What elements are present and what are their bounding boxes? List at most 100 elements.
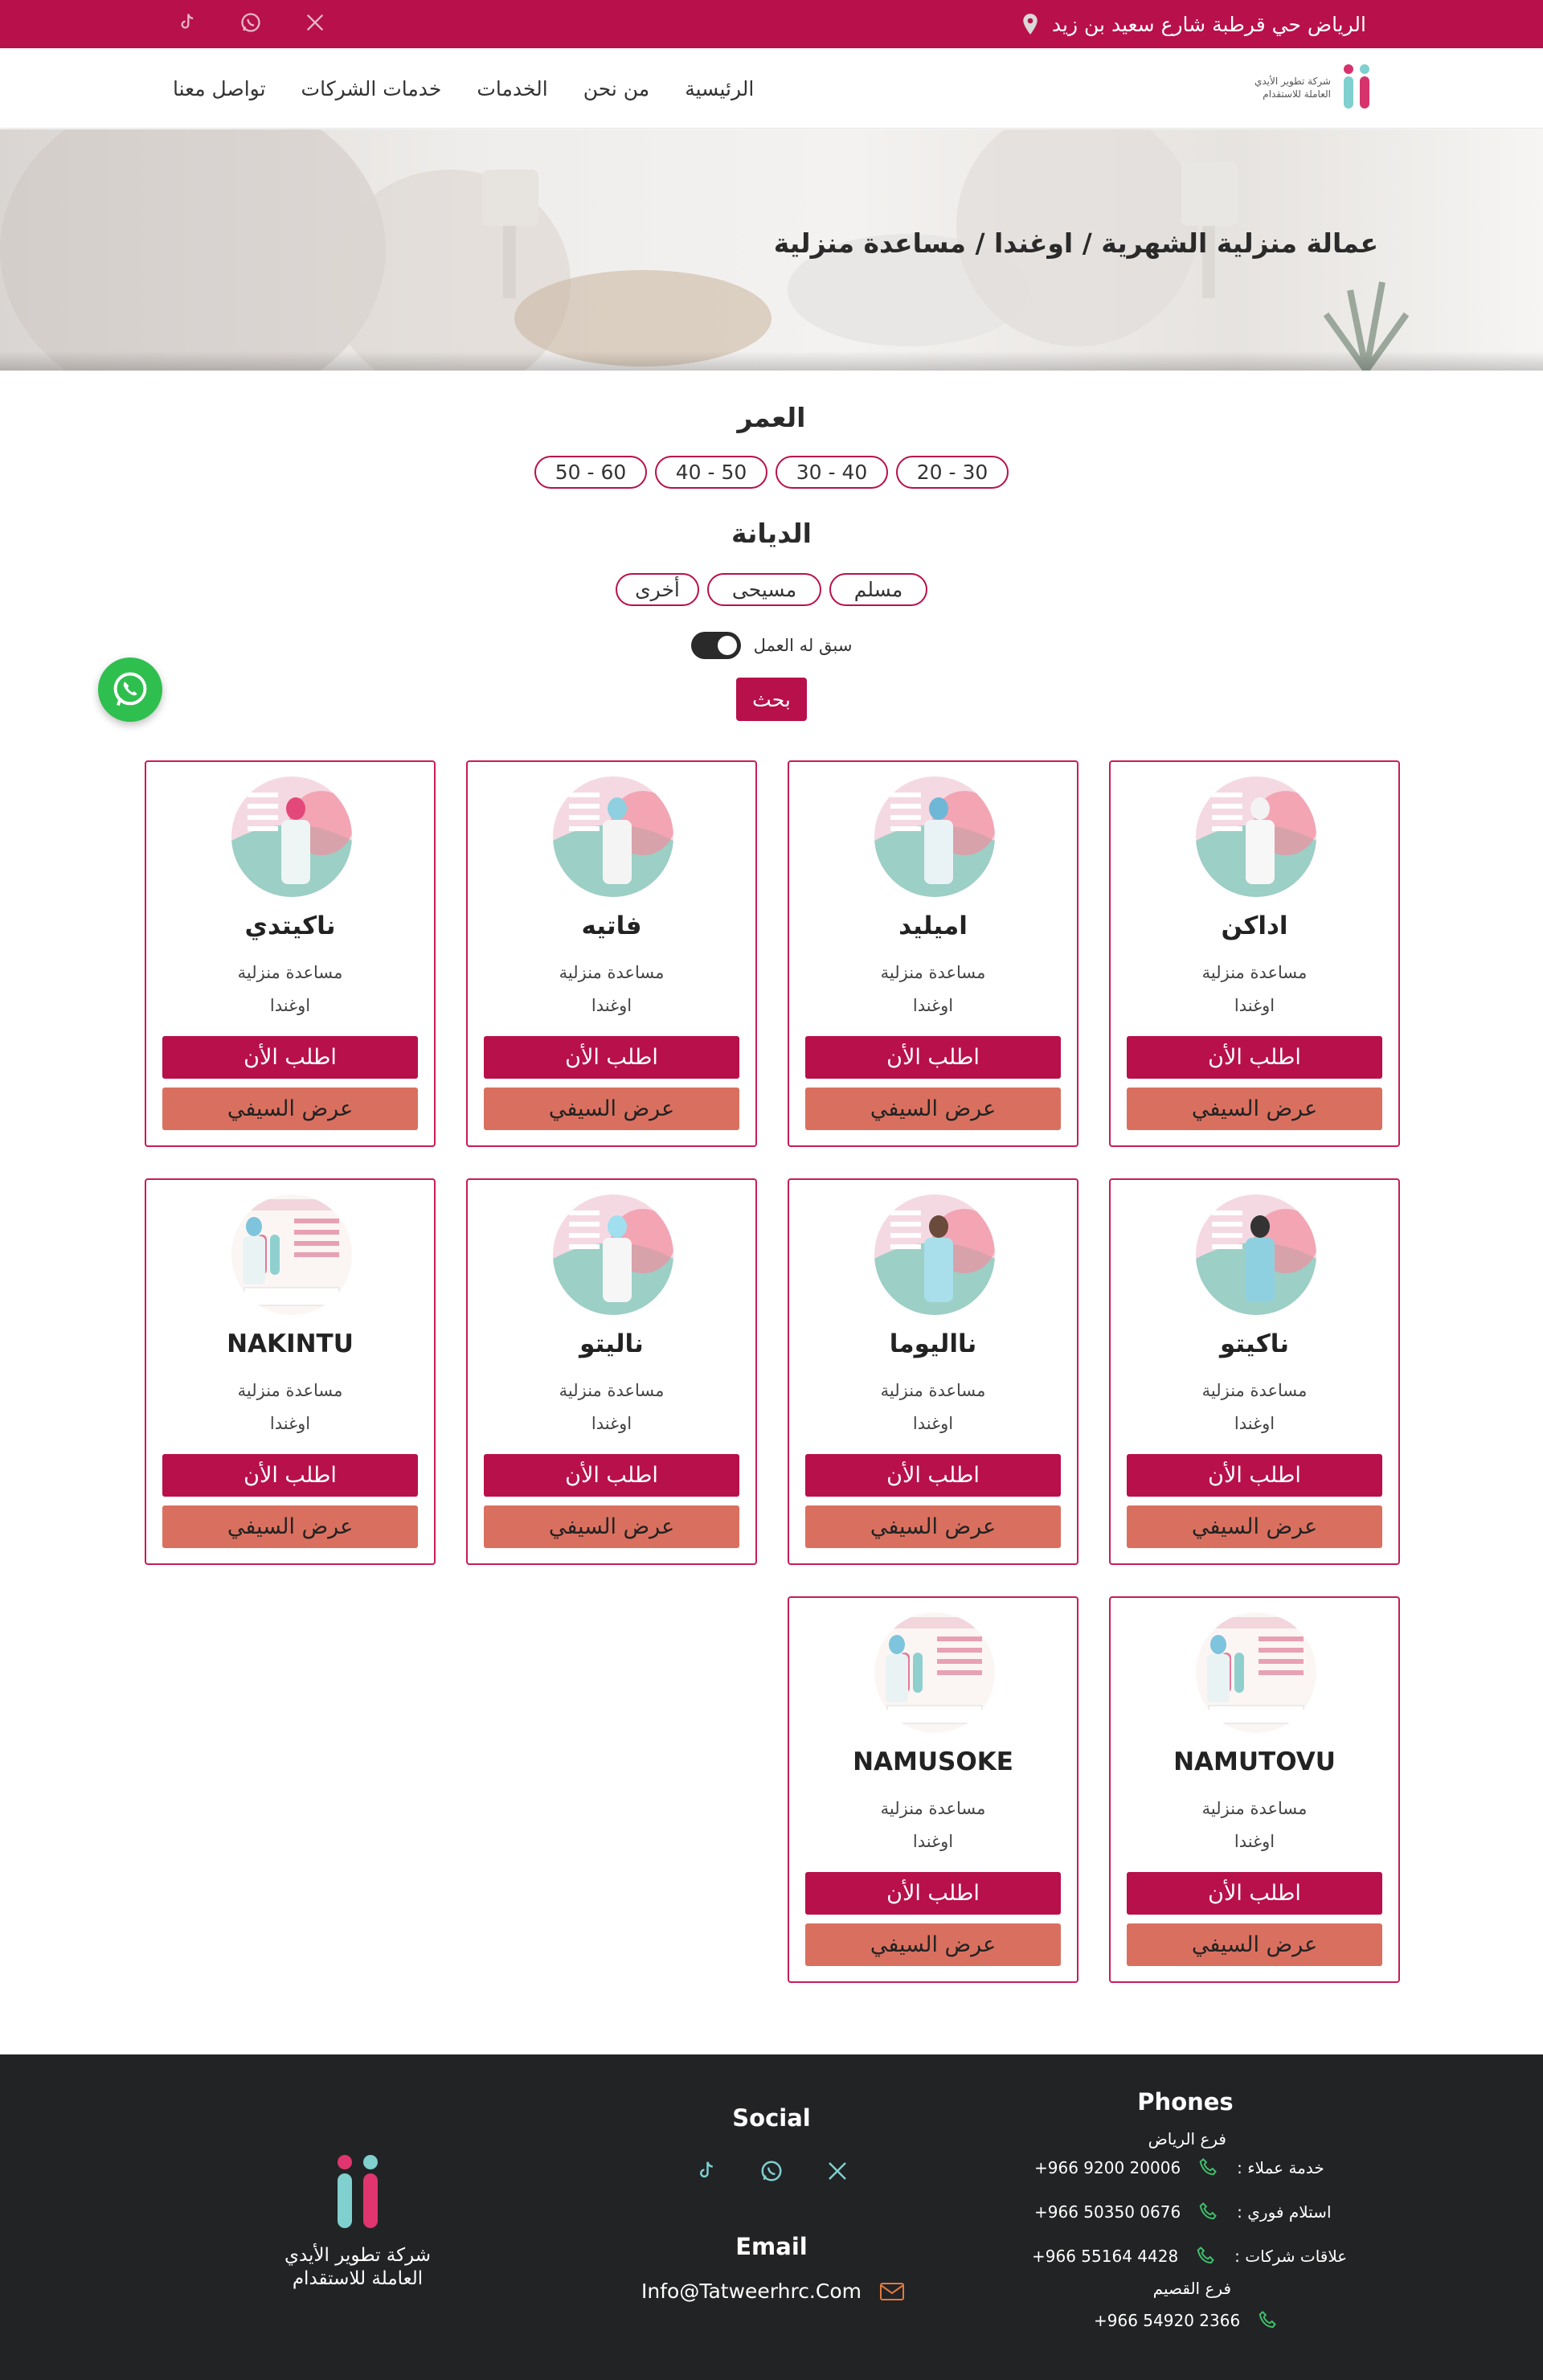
request-now-button[interactable]: اطلب الأن: [1127, 1872, 1382, 1915]
worker-role: مساعدة منزلية: [237, 963, 343, 982]
worker-card: ناكيتدي مساعدة منزلية اوغندا اطلب الأن ع…: [145, 760, 436, 1147]
top-social-links: [175, 0, 326, 48]
whatsapp-icon: [113, 672, 147, 707]
worker-country: اوغندا: [591, 1414, 632, 1433]
customer-service-phone[interactable]: +966 9200 20006: [1034, 2158, 1181, 2177]
request-now-button[interactable]: اطلب الأن: [484, 1036, 739, 1079]
whatsapp-icon[interactable]: [239, 11, 262, 37]
nav-contact[interactable]: تواصل معنا: [173, 77, 266, 100]
age-option-50-60[interactable]: 50 - 60: [534, 456, 647, 489]
nav-company-services[interactable]: خدمات الشركات: [301, 77, 442, 100]
footer-brand-name: شركة تطوير الأيدي العاملة للاستقدام: [273, 2244, 442, 2291]
worker-country: اوغندا: [1234, 1414, 1275, 1433]
worker-name: نااليوما: [889, 1329, 977, 1358]
worker-name: اميليد: [898, 911, 968, 940]
view-cv-button[interactable]: عرض السيفي: [805, 1088, 1061, 1130]
age-filter-title: العمر: [737, 402, 806, 433]
worker-name: NAKINTU: [227, 1329, 354, 1358]
main-nav: شركة تطوير الأيدي العاملة للاستقدام تواص…: [0, 48, 1543, 129]
companies-phone-row[interactable]: +966 55164 4428 علاقات شركات :: [1032, 2244, 1347, 2268]
worker-photo: [231, 1194, 352, 1315]
view-cv-button[interactable]: عرض السيفي: [1127, 1923, 1382, 1966]
receipt-phone-row[interactable]: +966 50350 0676 استلام فوري :: [1034, 2200, 1332, 2224]
footer-phones-title: Phones: [1137, 2088, 1234, 2116]
view-cv-button[interactable]: عرض السيفي: [1127, 1505, 1382, 1548]
footer-brand-line2: العاملة للاستقدام: [292, 2267, 424, 2289]
view-cv-button[interactable]: عرض السيفي: [484, 1505, 739, 1548]
worker-role: مساعدة منزلية: [880, 1381, 986, 1400]
view-cv-button[interactable]: عرض السيفي: [1127, 1088, 1382, 1130]
phone-icon: [1197, 2246, 1214, 2264]
customer-service-phone-row[interactable]: +966 9200 20006 خدمة عملاء :: [1034, 2156, 1324, 2180]
view-cv-button[interactable]: عرض السيفي: [484, 1088, 739, 1130]
worker-photo: [231, 776, 352, 897]
worker-role: مساعدة منزلية: [880, 963, 986, 982]
request-now-button[interactable]: اطلب الأن: [805, 1036, 1061, 1079]
footer-email[interactable]: Info@Tatweerhrc.Com: [641, 2280, 905, 2303]
worker-role: مساعدة منزلية: [559, 1381, 665, 1400]
worker-role: مساعدة منزلية: [559, 963, 665, 982]
worker-photo: [874, 1194, 995, 1315]
tiktok-icon[interactable]: [694, 2159, 718, 2186]
worker-country: اوغندا: [269, 996, 311, 1015]
worker-role: مساعدة منزلية: [1201, 963, 1308, 982]
worker-country: اوغندا: [912, 1832, 954, 1851]
religion-option-muslim[interactable]: مسلم: [829, 573, 927, 606]
companies-phone[interactable]: +966 55164 4428: [1032, 2247, 1178, 2266]
worker-card: اداكن مساعدة منزلية اوغندا اطلب الأن عرض…: [1109, 760, 1400, 1147]
tiktok-icon[interactable]: [175, 11, 198, 37]
religion-option-other[interactable]: أخرى: [616, 573, 699, 606]
footer-logo[interactable]: شركة تطوير الأيدي العاملة للاستقدام: [273, 2153, 442, 2291]
nav-home[interactable]: الرئيسية: [685, 77, 754, 100]
worker-role: مساعدة منزلية: [1201, 1381, 1308, 1400]
qassim-branch-label: فرع القصيم: [1152, 2279, 1231, 2298]
view-cv-button[interactable]: عرض السيفي: [162, 1505, 418, 1548]
worker-role: مساعدة منزلية: [880, 1799, 986, 1818]
receipt-phone[interactable]: +966 50350 0676: [1034, 2202, 1181, 2222]
x-icon[interactable]: [304, 11, 326, 37]
footer-brand-line1: شركة تطوير الأيدي: [284, 2245, 432, 2266]
experience-toggle[interactable]: [690, 632, 741, 659]
request-now-button[interactable]: اطلب الأن: [162, 1036, 418, 1079]
age-filter-options: 50 - 60 40 - 50 30 - 40 20 - 30: [0, 456, 1543, 489]
phone-icon: [1199, 2202, 1217, 2220]
age-option-20-30[interactable]: 20 - 30: [896, 456, 1009, 489]
phone-icon: [1259, 2310, 1276, 2329]
religion-option-christian[interactable]: مسيحى: [707, 573, 821, 606]
worker-name: اداكن: [1221, 911, 1288, 940]
request-now-button[interactable]: اطلب الأن: [484, 1454, 739, 1497]
nav-about[interactable]: من نحن: [583, 77, 650, 100]
worker-photo: [553, 1194, 673, 1315]
logo-mark-icon: [338, 2155, 378, 2228]
x-icon[interactable]: [825, 2159, 849, 2186]
age-option-30-40[interactable]: 30 - 40: [776, 456, 888, 489]
qassim-phone[interactable]: +966 54920 2366: [1094, 2311, 1240, 2330]
email-address[interactable]: Info@Tatweerhrc.Com: [641, 2280, 862, 2303]
qassim-phone-row[interactable]: +966 54920 2366: [1094, 2308, 1290, 2333]
view-cv-button[interactable]: عرض السيفي: [805, 1505, 1061, 1548]
whatsapp-icon[interactable]: [759, 2159, 784, 2186]
request-now-button[interactable]: اطلب الأن: [1127, 1454, 1382, 1497]
request-now-button[interactable]: اطلب الأن: [805, 1454, 1061, 1497]
view-cv-button[interactable]: عرض السيفي: [805, 1923, 1061, 1966]
worker-name: NAMUSOKE: [853, 1747, 1013, 1776]
whatsapp-float-button[interactable]: [98, 657, 162, 722]
search-button[interactable]: بحث: [736, 678, 807, 721]
view-cv-button[interactable]: عرض السيفي: [162, 1088, 418, 1130]
footer: شركة تطوير الأيدي العاملة للاستقدام Soci…: [0, 2054, 1543, 2380]
request-now-button[interactable]: اطلب الأن: [162, 1454, 418, 1497]
worker-country: اوغندا: [1234, 996, 1275, 1015]
worker-photo: [1196, 1194, 1316, 1315]
request-now-button[interactable]: اطلب الأن: [1127, 1036, 1382, 1079]
worker-photo: [1196, 776, 1316, 897]
logo-line2: العاملة للاستقدام: [1263, 88, 1331, 100]
site-logo[interactable]: شركة تطوير الأيدي العاملة للاستقدام: [1242, 63, 1374, 113]
phone-icon: [1199, 2157, 1217, 2176]
worker-card: اميليد مساعدة منزلية اوغندا اطلب الأن عر…: [788, 760, 1078, 1147]
worker-card: فاتيه مساعدة منزلية اوغندا اطلب الأن عرض…: [466, 760, 757, 1147]
request-now-button[interactable]: اطلب الأن: [805, 1872, 1061, 1915]
age-option-40-50[interactable]: 40 - 50: [655, 456, 767, 489]
nav-services[interactable]: الخدمات: [477, 77, 547, 100]
footer-social-links: [691, 2159, 852, 2186]
worker-card: NAMUSOKE مساعدة منزلية اوغندا اطلب الأن …: [788, 1596, 1078, 1983]
